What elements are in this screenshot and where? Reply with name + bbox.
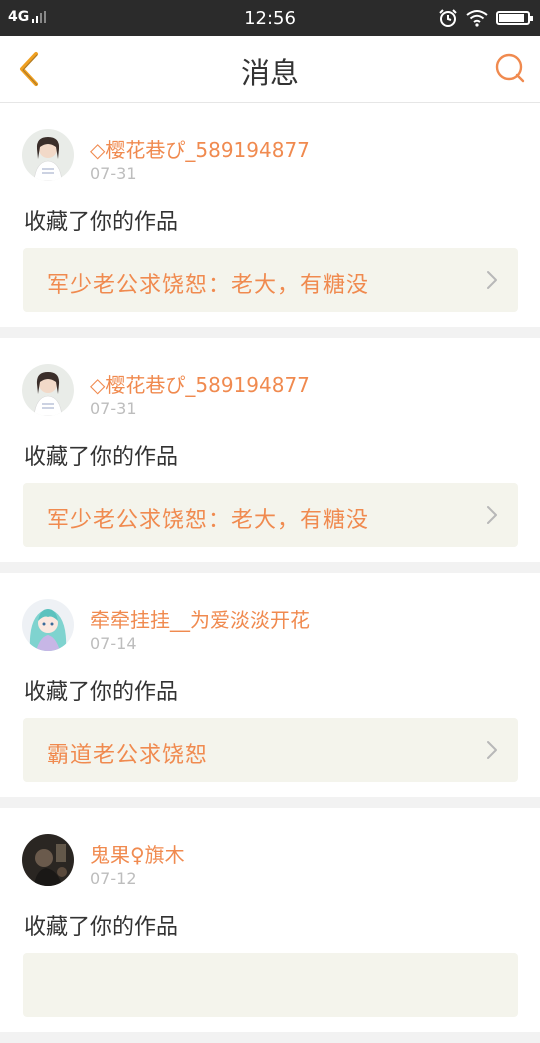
wifi-icon bbox=[466, 10, 488, 27]
work-link[interactable]: 军少老公求饶恕：老大，有糖没 bbox=[23, 248, 518, 312]
message-date: 07-12 bbox=[90, 869, 137, 888]
work-link[interactable]: 霸道老公求饶恕 bbox=[23, 718, 518, 782]
message-date: 07-31 bbox=[90, 399, 137, 418]
alarm-clock-icon bbox=[439, 9, 457, 27]
message-date: 07-14 bbox=[90, 634, 137, 653]
username[interactable]: 牵牵挂挂__为爱淡淡开花 bbox=[90, 604, 310, 633]
avatar[interactable] bbox=[22, 834, 74, 886]
username[interactable]: 鬼果♀旗木 bbox=[90, 839, 185, 868]
chevron-right-icon bbox=[487, 271, 497, 289]
work-link[interactable]: 军少老公求饶恕：老大，有糖没 bbox=[23, 483, 518, 547]
battery-icon bbox=[496, 11, 533, 25]
message-date: 07-31 bbox=[90, 164, 137, 183]
work-title: 军少老公求饶恕：老大，有糖没 bbox=[47, 508, 370, 533]
chevron-right-icon bbox=[487, 741, 497, 759]
page-title: 消息 bbox=[240, 56, 299, 90]
status-bar: 4G 12:56 bbox=[0, 0, 540, 36]
avatar[interactable] bbox=[22, 129, 74, 181]
work-link[interactable] bbox=[23, 953, 518, 1017]
top-nav-bar: 消息 bbox=[0, 36, 540, 103]
message-list: ◇樱花巷ぴ_589194877 07-31 收藏了你的作品 军少老公求饶恕：老大… bbox=[0, 103, 540, 1043]
avatar[interactable] bbox=[22, 599, 74, 651]
message-item: ◇樱花巷ぴ_589194877 07-31 收藏了你的作品 军少老公求饶恕：老大… bbox=[0, 103, 540, 327]
username[interactable]: ◇樱花巷ぴ_589194877 bbox=[90, 369, 310, 398]
message-item: ◇樱花巷ぴ_589194877 07-31 收藏了你的作品 军少老公求饶恕：老大… bbox=[0, 338, 540, 562]
search-button[interactable] bbox=[492, 50, 528, 86]
message-item: 牵牵挂挂__为爱淡淡开花 07-14 收藏了你的作品 霸道老公求饶恕 bbox=[0, 573, 540, 797]
chevron-right-icon bbox=[487, 506, 497, 524]
action-text: 收藏了你的作品 bbox=[24, 445, 179, 470]
action-text: 收藏了你的作品 bbox=[24, 680, 179, 705]
work-title: 军少老公求饶恕：老大，有糖没 bbox=[47, 273, 370, 298]
work-title: 霸道老公求饶恕 bbox=[47, 743, 209, 768]
action-text: 收藏了你的作品 bbox=[24, 915, 179, 940]
avatar[interactable] bbox=[22, 364, 74, 416]
action-text: 收藏了你的作品 bbox=[24, 210, 179, 235]
username[interactable]: ◇樱花巷ぴ_589194877 bbox=[90, 134, 310, 163]
message-item: 鬼果♀旗木 07-12 收藏了你的作品 bbox=[0, 808, 540, 1032]
